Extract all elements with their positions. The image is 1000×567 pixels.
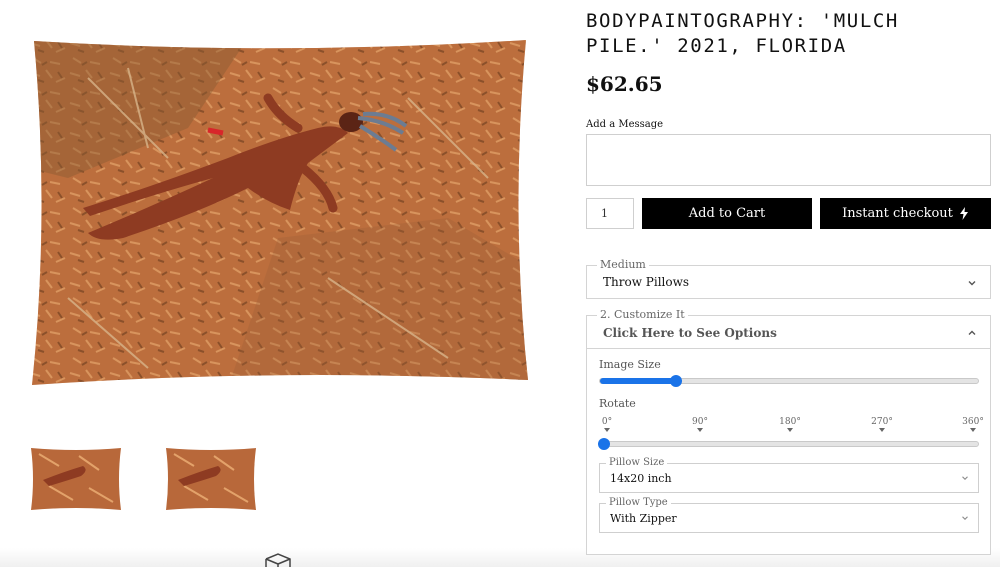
- pillow-size-legend: Pillow Size: [606, 457, 668, 468]
- product-title: BODYPAINTOGRAPHY: 'MULCH PILE.' 2021, FL…: [586, 10, 899, 57]
- customize-toggle[interactable]: Click Here to See Options: [587, 316, 990, 349]
- chevron-down-icon: [962, 516, 968, 521]
- message-field[interactable]: [586, 134, 991, 186]
- pillow-type-legend: Pillow Type: [606, 497, 671, 508]
- lightning-icon: [959, 207, 968, 220]
- medium-legend: Medium: [597, 258, 649, 271]
- rotate-tick: 0°: [593, 417, 621, 432]
- chevron-down-icon: [962, 476, 968, 481]
- product-price: $62.65: [586, 72, 663, 96]
- add-to-cart-label: Add to Cart: [688, 206, 766, 221]
- medium-value: Throw Pillows: [603, 275, 690, 289]
- pillow-size-value: 14x20 inch: [610, 472, 672, 485]
- pillow-thumbnail[interactable]: [29, 446, 123, 512]
- medium-select[interactable]: Medium Throw Pillows: [586, 258, 991, 299]
- customize-panel: 2. Customize It Click Here to See Option…: [586, 308, 991, 555]
- instant-checkout-button[interactable]: Instant checkout: [820, 198, 991, 229]
- customize-toggle-label: Click Here to See Options: [603, 326, 777, 340]
- pillow-size-select[interactable]: Pillow Size 14x20 inch: [599, 457, 979, 493]
- pillow-thumbnail[interactable]: [164, 446, 258, 512]
- rotate-slider[interactable]: [598, 438, 979, 450]
- image-size-thumb[interactable]: [670, 375, 682, 387]
- rotate-label: Rotate: [599, 397, 636, 410]
- rotate-tick: 90°: [686, 417, 714, 432]
- pillow-type-select[interactable]: Pillow Type With Zipper: [599, 497, 979, 533]
- image-size-label: Image Size: [599, 358, 661, 371]
- message-label: Add a Message: [586, 119, 664, 130]
- rotate-tick: 180°: [776, 417, 804, 432]
- rotate-tick: 270°: [868, 417, 896, 432]
- rotate-tick: 360°: [959, 417, 987, 432]
- image-size-slider[interactable]: [599, 375, 979, 387]
- instant-checkout-label: Instant checkout: [842, 206, 953, 221]
- ar-view-icon[interactable]: [262, 553, 294, 567]
- rotate-thumb[interactable]: [598, 438, 610, 450]
- quantity-input[interactable]: [586, 198, 634, 229]
- chevron-up-icon: [968, 330, 976, 335]
- image-size-fill: [600, 378, 676, 384]
- pillow-type-value: With Zipper: [610, 512, 677, 525]
- chevron-down-icon: [968, 281, 976, 286]
- add-to-cart-button[interactable]: Add to Cart: [642, 198, 812, 229]
- product-main-image[interactable]: [28, 38, 532, 388]
